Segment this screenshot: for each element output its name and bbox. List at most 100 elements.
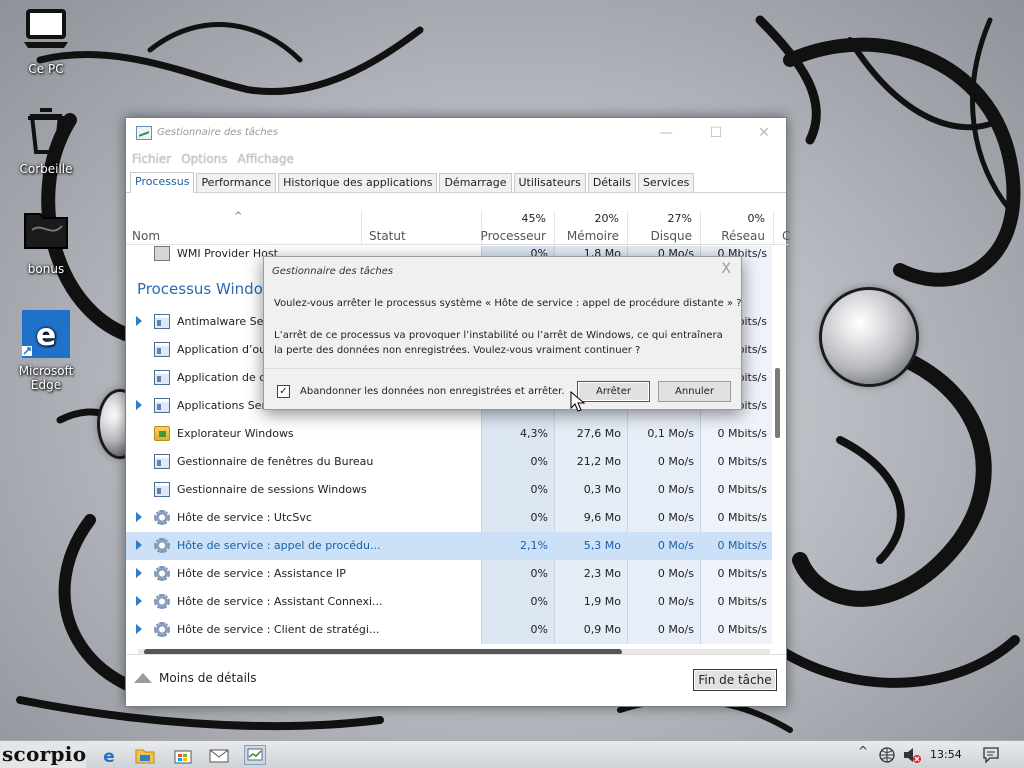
process-net: 0 Mbits/s [717,539,767,552]
sort-up-icon: ^ [234,211,243,222]
process-mem: 9,6 Mo [583,511,621,524]
edge-icon: e [22,310,70,358]
process-cpu: 4,3% [520,427,548,440]
process-net: 0 Mbits/s [717,567,767,580]
title-bar[interactable]: Gestionnaire des tâches — ☐ ✕ [126,118,786,148]
process-name: Gestionnaire de sessions Windows [177,483,367,496]
table-row[interactable]: Hôte de service : Assistant Connexi... 0%… [126,588,772,616]
table-row[interactable]: Hôte de service : appel de procédu... 2,1… [126,532,772,560]
taskbar-task-manager-icon[interactable] [244,745,266,765]
expand-arrow-icon[interactable] [136,568,142,578]
table-row[interactable]: Gestionnaire de sessions Windows 0% 0,3 Mo… [126,476,772,504]
expand-arrow-icon[interactable] [136,596,142,606]
table-row[interactable]: Hôte de service : UtcSvc 0% 9,6 Mo 0 Mo/s 0 … [126,504,772,532]
minimize-button[interactable]: — [646,122,686,144]
table-row[interactable]: Hôte de service : Client de stratégi... 0… [126,616,772,644]
desktop-icon-label: bonus [27,262,65,276]
expand-arrow-icon[interactable] [136,512,142,522]
process-mem: 2,3 Mo [583,567,621,580]
chevron-up-icon[interactable]: ^ [858,744,868,758]
process-disk: 0 Mo/s [657,511,694,524]
abandon-data-label[interactable]: Abandonner les données non enregistrées … [300,386,565,397]
chrome-orb [822,290,916,384]
tab-performance[interactable]: Performance [196,173,277,192]
table-row[interactable]: Explorateur Windows 4,3% 27,6 Mo 0,1 Mo/s 0 … [126,420,772,448]
gear-process-icon [154,566,170,581]
less-details-button[interactable]: Moins de détails [134,671,257,685]
taskbar-mail-icon[interactable] [208,745,230,765]
task-manager-window: Gestionnaire des tâches — ☐ ✕ Fichier Op… [125,117,790,707]
clock[interactable]: 13:54 [930,748,962,761]
expand-arrow-icon[interactable] [136,624,142,634]
process-name: Hôte de service : appel de procédu... [177,539,381,552]
process-disk: 0 Mo/s [657,623,694,636]
scroll-thumb[interactable] [775,368,780,438]
column-status[interactable]: Statut [361,211,481,245]
tab-historique[interactable]: Historique des applications [278,173,438,192]
column-more[interactable]: C [773,211,790,245]
maximize-button[interactable]: ☐ [696,122,736,144]
desktop-icon-label: Microsoft Edge [18,364,74,392]
confirm-dialog: Gestionnaire des tâches X Voulez-vous ar… [263,256,742,412]
cancel-button[interactable]: Annuler [658,381,731,402]
close-icon[interactable]: X [721,261,731,277]
taskbar-store-icon[interactable] [172,745,194,765]
process-name: Hôte de service : Assistant Connexi... [177,595,383,608]
expand-arrow-icon[interactable] [136,540,142,550]
task-manager-icon [136,126,152,140]
expand-arrow-icon[interactable] [136,316,142,326]
laptop-icon [22,8,70,56]
process-cpu: 0% [530,483,548,496]
tab-processus[interactable]: Processus [130,172,195,193]
memory-total: 20% [594,212,619,225]
column-name[interactable]: ^ Nom [126,211,361,245]
start-label: scorpio [2,742,87,766]
desktop-icon-bonus[interactable]: bonus [6,208,86,276]
start-button[interactable]: scorpio [0,741,86,768]
process-name: Hôte de service : Assistance IP [177,567,346,580]
table-row[interactable]: Gestionnaire de fenêtres du Bureau 0% 21,2… [126,448,772,476]
vertical-scrollbar[interactable] [772,248,782,644]
taskbar-file-explorer-icon[interactable] [134,745,156,765]
desktop-icon-ce-pc[interactable]: Ce PC [6,8,86,76]
process-cpu: 0% [530,595,548,608]
dialog-footer: ✓ Abandonner les données non enregistrée… [264,368,741,409]
column-memory[interactable]: 20% Mémoire [554,211,627,245]
column-disk-label: Disque [650,229,692,243]
folder-icon [22,208,70,256]
tab-details[interactable]: Détails [587,173,636,192]
taskbar-edge-icon[interactable]: e [98,745,120,767]
menu-fichier[interactable]: Fichier [132,152,171,166]
notifications-icon[interactable] [982,746,1000,764]
tab-demarrage[interactable]: Démarrage [439,173,512,192]
window-process-icon [154,398,170,413]
tab-services[interactable]: Services [637,173,695,192]
column-header: ^ Nom Statut 45% Processeur 20% Mémoire … [126,211,790,245]
desktop-icon-corbeille[interactable]: Corbeille [6,108,86,176]
dialog-title: Gestionnaire des tâches [272,266,394,277]
network-icon[interactable] [878,746,896,764]
expand-arrow-icon[interactable] [136,400,142,410]
process-name: Gestionnaire de fenêtres du Bureau [177,455,374,468]
abandon-data-checkbox[interactable]: ✓ [277,385,290,398]
close-button[interactable]: ✕ [744,122,784,144]
taskbar: scorpio e ^ 13:54 [0,740,1024,768]
column-disk[interactable]: 27% Disque [627,211,700,245]
stop-button[interactable]: Arrêter [577,381,650,402]
process-mem: 27,6 Mo [576,427,621,440]
recycle-bin-icon [22,108,70,156]
menu-options[interactable]: Options [181,152,227,166]
volume-muted-icon[interactable] [902,746,922,764]
menu-affichage[interactable]: Affichage [238,152,294,166]
column-network[interactable]: 0% Réseau [700,211,773,245]
desktop-icon-microsoft-edge[interactable]: e Microsoft Edge [6,310,86,392]
table-row[interactable]: Hôte de service : Assistance IP 0% 2,3 Mo 0… [126,560,772,588]
process-disk: 0 Mo/s [657,455,694,468]
column-cpu[interactable]: 45% Processeur [481,211,554,245]
process-disk: 0 Mo/s [657,539,694,552]
tab-utilisateurs[interactable]: Utilisateurs [513,173,586,192]
end-task-button[interactable]: Fin de tâche [693,669,777,691]
column-memory-label: Mémoire [566,229,619,243]
svg-text:e: e [36,318,56,353]
process-mem: 5,3 Mo [583,539,621,552]
